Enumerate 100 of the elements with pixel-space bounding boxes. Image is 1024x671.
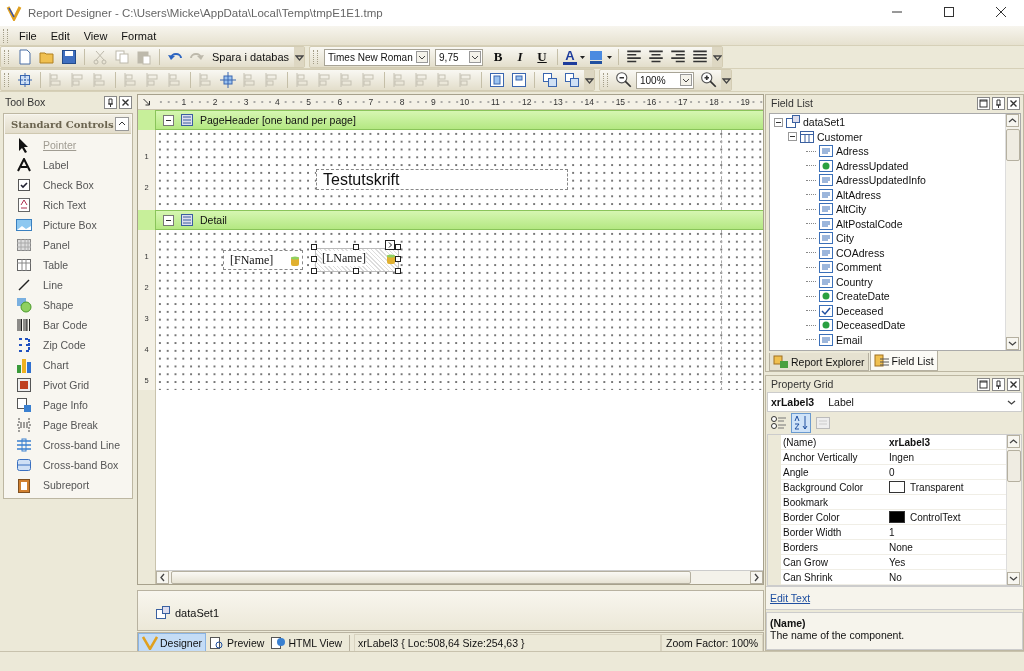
property-name[interactable]: Can Shrink [781, 571, 889, 583]
menu-item[interactable]: Edit [43, 29, 77, 42]
categorized-icon[interactable] [770, 414, 788, 432]
floppy-icon[interactable] [61, 49, 77, 65]
toolbar-overflow-button[interactable] [294, 47, 305, 67]
close-icon[interactable] [119, 95, 132, 109]
toolbox-item[interactable]: Picture Box [43, 219, 97, 231]
vertical-scrollbar[interactable] [1006, 435, 1021, 585]
tree-item[interactable]: Customer [817, 130, 863, 143]
tree-item[interactable]: Deceased [836, 304, 884, 317]
scroll-thumb[interactable] [1006, 129, 1020, 161]
property-name[interactable]: Angle [781, 466, 889, 478]
save-to-database-button[interactable]: Spara i databas [209, 51, 293, 63]
preview-icon[interactable] [209, 636, 226, 650]
toolbox-item[interactable]: Chart [43, 359, 69, 371]
font-size-combo[interactable]: 9,75 [435, 48, 484, 66]
toolbox-item[interactable]: Shape [43, 299, 74, 311]
view-tab[interactable]: HTML View [267, 634, 346, 652]
resize-handle[interactable] [353, 244, 359, 250]
toolbox-item[interactable]: Page Info [43, 399, 88, 411]
tree-item[interactable]: AdressUpdated [836, 159, 909, 172]
tree-item[interactable]: DeceasedDate [836, 319, 906, 332]
menu-item[interactable]: View [76, 29, 115, 42]
property-name[interactable]: Borders [781, 541, 889, 553]
pin-icon[interactable] [992, 96, 1005, 110]
pin-icon[interactable] [992, 377, 1005, 391]
scroll-thumb[interactable] [171, 571, 691, 584]
close-icon[interactable] [1007, 377, 1020, 391]
property-name[interactable]: Border Color [781, 511, 889, 523]
collapse-icon[interactable] [163, 214, 174, 226]
menu-item[interactable]: Format [114, 29, 164, 42]
property-value[interactable]: Transparent [910, 481, 964, 493]
font-style-button[interactable]: B [488, 49, 509, 65]
property-value[interactable]: xrLabel3 [889, 436, 931, 448]
toolbox-item[interactable]: Table [43, 259, 69, 271]
overlap-squares-icon[interactable] [564, 72, 580, 88]
zoom-combo[interactable]: 100% [636, 71, 694, 89]
edit-text-link[interactable]: Edit Text [770, 592, 811, 604]
toolbox-item[interactable]: Cross-band Line [43, 439, 121, 451]
toolbox-item[interactable]: Page Break [43, 419, 98, 431]
caret-icon[interactable] [584, 75, 594, 85]
property-value[interactable]: No [889, 571, 902, 583]
property-name[interactable]: Can Grow [781, 556, 889, 568]
toolbox-item[interactable]: Label [43, 159, 69, 171]
close-icon[interactable] [1007, 96, 1020, 110]
overlap-squares-icon[interactable] [542, 72, 558, 88]
tree-item[interactable]: dataSet1 [803, 116, 846, 129]
caret-icon[interactable] [721, 75, 731, 85]
property-value[interactable]: None [889, 541, 913, 553]
report-label[interactable]: [FName] [223, 250, 303, 270]
view-tab[interactable]: Designer [138, 633, 207, 653]
tree-item[interactable]: Email [836, 333, 863, 346]
toolbar-overflow-button[interactable] [721, 70, 731, 90]
tree-item[interactable]: AltAdress [836, 188, 881, 201]
collapse-icon[interactable] [163, 114, 174, 126]
field-list-icon[interactable] [873, 353, 890, 368]
property-value[interactable]: ControlText [910, 511, 961, 523]
toolbox-item[interactable]: Panel [43, 239, 70, 251]
tree-item[interactable]: COAdress [836, 246, 885, 259]
toolbox-item[interactable]: Cross-band Box [43, 459, 119, 471]
property-name[interactable]: Border Width [781, 526, 889, 538]
html-view-icon[interactable] [270, 636, 287, 650]
scroll-thumb[interactable] [1007, 450, 1021, 482]
horizontal-scrollbar[interactable] [156, 570, 763, 584]
toolbar-overflow-button[interactable] [712, 47, 723, 67]
collapse-icon[interactable] [115, 117, 129, 131]
font-combo[interactable]: Times New Roman [324, 48, 431, 66]
frame-icon[interactable] [511, 72, 527, 88]
toolbox-item[interactable]: Line [43, 279, 63, 291]
toolbox-item[interactable]: Rich Text [43, 199, 86, 211]
new-page-icon[interactable] [17, 49, 33, 65]
highlight-icon[interactable] [588, 49, 605, 65]
caret-icon[interactable] [294, 52, 304, 62]
move-arrows-icon[interactable] [220, 72, 236, 88]
font-style-button[interactable]: U [532, 49, 553, 65]
panel-tab[interactable]: Report Explorer [769, 353, 869, 371]
tree-item[interactable]: AdressUpdatedInfo [836, 174, 926, 187]
tree-item[interactable]: Adress [836, 145, 869, 158]
zoom-in-icon[interactable] [699, 71, 719, 89]
tree-item[interactable]: City [836, 232, 855, 245]
zoom-out-icon[interactable] [614, 71, 634, 89]
toolbox-item[interactable]: Zip Code [43, 339, 86, 351]
report-label[interactable]: Testutskrift [316, 169, 568, 190]
object-selector[interactable]: xrLabel3 Label [767, 392, 1022, 412]
property-value[interactable]: Ingen [889, 451, 915, 463]
pin-icon[interactable] [104, 95, 117, 109]
toolbar-overflow-button[interactable] [584, 70, 594, 90]
band-header[interactable]: PageHeader [one band per page] [156, 110, 763, 130]
tree-item[interactable]: AltPostalCode [836, 217, 903, 230]
toolbox-item[interactable]: Subreport [43, 479, 90, 491]
property-value[interactable]: 0 [889, 466, 895, 478]
band-header[interactable]: Detail [156, 210, 763, 230]
collapse-icon[interactable] [774, 117, 783, 127]
report-label[interactable]: [LName] [315, 248, 399, 272]
sort-az-icon[interactable] [791, 413, 811, 433]
component-label[interactable]: dataSet1 [175, 606, 220, 619]
smart-tag-icon[interactable] [385, 240, 395, 250]
grid-select-icon[interactable] [17, 72, 33, 88]
toolbox-item[interactable]: Bar Code [43, 319, 88, 331]
collapse-icon[interactable] [788, 132, 797, 142]
